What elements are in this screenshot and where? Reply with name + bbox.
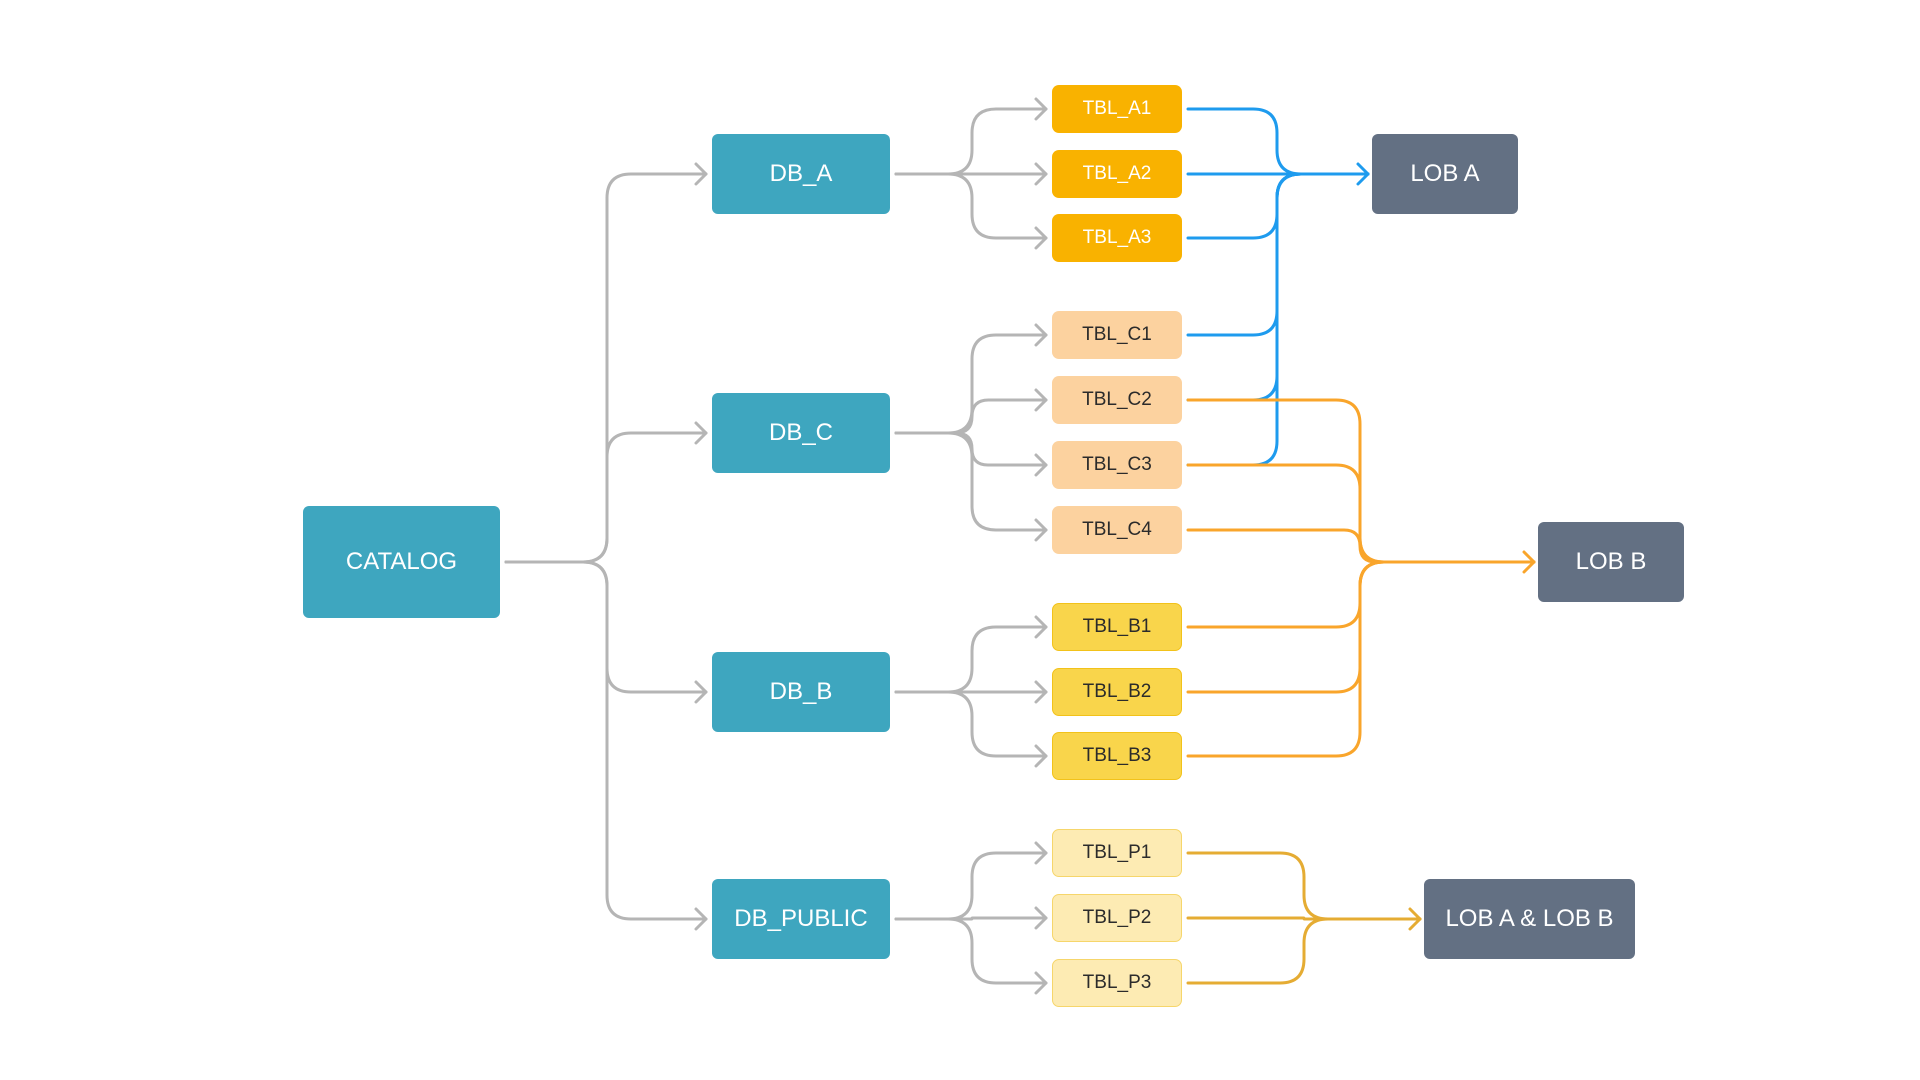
node-tbl-a3[interactable]: TBL_A3	[1052, 214, 1182, 262]
node-tbl-c3[interactable]: TBL_C3	[1052, 441, 1182, 489]
node-db-public[interactable]: DB_PUBLIC	[712, 879, 890, 959]
edge-db-a-to-tbl-a3	[894, 172, 1048, 240]
node-tbl-p3[interactable]: TBL_P3	[1052, 959, 1182, 1007]
node-label: TBL_C3	[1082, 454, 1152, 475]
node-db-a[interactable]: DB_A	[712, 134, 890, 214]
node-lob-b[interactable]: LOB B	[1538, 522, 1684, 602]
node-catalog[interactable]: CATALOG	[303, 506, 500, 618]
edge-catalog-to-db-c	[504, 431, 708, 564]
node-db-b[interactable]: DB_B	[712, 652, 890, 732]
node-label: TBL_C4	[1082, 519, 1152, 540]
node-label: TBL_A1	[1082, 98, 1152, 119]
edge-db-b-to-tbl-b3	[894, 690, 1048, 758]
lineage-diagram: CATALOG DB_A DB_C DB_B DB_PUBLIC TBL_A1 …	[0, 0, 1920, 1080]
node-tbl-c4[interactable]: TBL_C4	[1052, 506, 1182, 554]
edge-tbl-p3-to-lob-ab	[1186, 917, 1422, 985]
node-label: TBL_B2	[1082, 681, 1152, 702]
edge-db-b-to-tbl-b1	[894, 625, 1048, 694]
node-label: TBL_P1	[1082, 842, 1152, 863]
edge-db-public-to-tbl-p1	[894, 851, 1048, 921]
node-label: LOB A & LOB B	[1445, 905, 1614, 932]
node-label: LOB A	[1410, 160, 1480, 187]
node-tbl-c2[interactable]: TBL_C2	[1052, 376, 1182, 424]
node-tbl-a1[interactable]: TBL_A1	[1052, 85, 1182, 133]
node-label: TBL_P2	[1082, 907, 1152, 928]
node-label: DB_B	[769, 678, 833, 705]
node-label: TBL_A2	[1082, 163, 1152, 184]
node-label: TBL_P3	[1082, 972, 1152, 993]
node-tbl-b3[interactable]: TBL_B3	[1052, 732, 1182, 780]
node-tbl-b1[interactable]: TBL_B1	[1052, 603, 1182, 651]
node-tbl-c1[interactable]: TBL_C1	[1052, 311, 1182, 359]
node-db-c[interactable]: DB_C	[712, 393, 890, 473]
edge-tbl-a1-to-lob-a	[1186, 107, 1370, 176]
node-tbl-b2[interactable]: TBL_B2	[1052, 668, 1182, 716]
edge-db-public-to-tbl-p3	[894, 917, 1048, 985]
node-label: TBL_B3	[1082, 745, 1152, 766]
edge-tbl-c3-to-lob-a	[1186, 172, 1370, 467]
node-label: CATALOG	[345, 548, 458, 575]
edge-db-a-to-tbl-a1	[894, 107, 1048, 176]
node-tbl-a2[interactable]: TBL_A2	[1052, 150, 1182, 198]
edge-db-c-to-tbl-c4	[894, 431, 1048, 532]
node-label: LOB B	[1575, 548, 1647, 575]
node-label: DB_A	[769, 160, 833, 187]
edge-catalog-to-db-public	[504, 560, 708, 921]
node-label: DB_PUBLIC	[734, 905, 868, 932]
edge-tbl-p1-to-lob-ab	[1186, 851, 1422, 921]
node-label: TBL_B1	[1082, 616, 1152, 637]
node-lob-ab[interactable]: LOB A & LOB B	[1424, 879, 1635, 959]
node-tbl-p2[interactable]: TBL_P2	[1052, 894, 1182, 942]
edge-tbl-b3-to-lob-b	[1186, 560, 1536, 758]
node-tbl-p1[interactable]: TBL_P1	[1052, 829, 1182, 877]
node-label: TBL_C1	[1082, 324, 1152, 345]
node-label: DB_C	[768, 419, 834, 446]
node-label: TBL_A3	[1082, 227, 1152, 248]
node-lob-a[interactable]: LOB A	[1372, 134, 1518, 214]
node-label: TBL_C2	[1082, 389, 1152, 410]
